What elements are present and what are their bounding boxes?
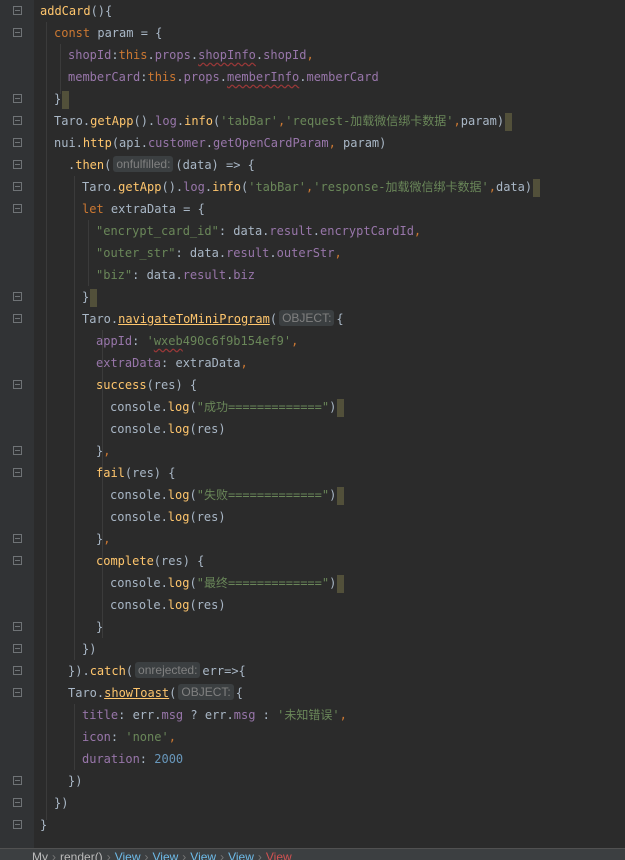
code-line-32: Taro.showToast(OBJECT:{ bbox=[68, 684, 243, 700]
fold-marker-icon[interactable] bbox=[13, 534, 22, 543]
indent-guide bbox=[88, 220, 89, 286]
code-line-17: extraData: extraData, bbox=[96, 356, 248, 370]
code-line-21: }, bbox=[96, 444, 111, 458]
parameter-hint-object-2: OBJECT: bbox=[178, 684, 234, 700]
code-line-30: }) bbox=[82, 642, 97, 656]
parameter-hint-onrejected: onrejected: bbox=[135, 662, 201, 678]
fold-marker-icon[interactable] bbox=[13, 446, 22, 455]
code-line-36: }) bbox=[68, 774, 83, 788]
code-line-9: Taro.getApp().log.info('tabBar','respons… bbox=[82, 176, 541, 198]
fold-marker-icon[interactable] bbox=[13, 160, 22, 169]
fold-marker-icon[interactable] bbox=[13, 776, 22, 785]
code-line-33: title: err.msg ? err.msg : '未知错误', bbox=[82, 708, 347, 722]
code-line-11: "encrypt_card_id": data.result.encryptCa… bbox=[96, 224, 422, 238]
fold-marker-icon[interactable] bbox=[13, 556, 22, 565]
code-line-12: "outer_str": data.result.outerStr, bbox=[96, 246, 342, 260]
fold-marker-icon[interactable] bbox=[13, 314, 22, 323]
code-line-10: let extraData = { bbox=[82, 202, 205, 216]
code-line-23: console.log("失败=============") bbox=[110, 484, 345, 506]
code-line-28: console.log(res) bbox=[110, 598, 226, 612]
fold-marker-icon[interactable] bbox=[13, 644, 22, 653]
fold-marker-icon[interactable] bbox=[13, 798, 22, 807]
breadcrumb: My › render() › View › View › View › View › View bbox=[0, 848, 625, 860]
fold-marker-icon[interactable] bbox=[13, 28, 22, 37]
code-line-6: Taro.getApp().log.info('tabBar','request… bbox=[54, 110, 513, 132]
fold-marker-icon[interactable] bbox=[13, 468, 22, 477]
fold-marker-icon[interactable] bbox=[13, 688, 22, 697]
fold-marker-icon[interactable] bbox=[13, 622, 22, 631]
fold-marker-icon[interactable] bbox=[13, 292, 22, 301]
code-line-29: } bbox=[96, 620, 104, 634]
code-line-27: console.log("最终=============") bbox=[110, 572, 345, 594]
code-line-34: icon: 'none', bbox=[82, 730, 176, 744]
fold-marker-icon[interactable] bbox=[13, 820, 22, 829]
code-line-37: }) bbox=[54, 796, 69, 810]
code-line-5: } bbox=[54, 88, 70, 110]
code-line-16: appId: 'wxeb490c6f9b154ef9', bbox=[96, 334, 299, 348]
code-line-14: } bbox=[82, 286, 98, 308]
fold-marker-icon[interactable] bbox=[13, 182, 22, 191]
code-line-35: duration: 2000 bbox=[82, 752, 184, 766]
code-line-25: }, bbox=[96, 532, 111, 546]
fold-marker-icon[interactable] bbox=[13, 666, 22, 675]
indent-guide bbox=[74, 176, 75, 660]
parameter-hint-onfulfilled: onfulfilled: bbox=[113, 156, 174, 172]
code-line-20: console.log(res) bbox=[110, 422, 226, 436]
indent-guide bbox=[60, 44, 61, 94]
code-line-13: "biz": data.result.biz bbox=[96, 268, 255, 282]
fold-marker-icon[interactable] bbox=[13, 204, 22, 213]
fold-marker-icon[interactable] bbox=[13, 380, 22, 389]
code-line-26: complete(res) { bbox=[96, 554, 205, 568]
indent-guide bbox=[74, 704, 75, 770]
code-line-1: addCard(){ bbox=[40, 4, 113, 18]
code-line-22: fail(res) { bbox=[96, 466, 176, 480]
fold-marker-icon[interactable] bbox=[13, 6, 22, 15]
code-line-4: memberCard:this.props.memberInfo.memberC… bbox=[68, 70, 379, 84]
code-line-19: console.log("成功=============") bbox=[110, 396, 345, 418]
code-editor[interactable]: addCard(){ const param = { shopId:this.p… bbox=[0, 0, 625, 848]
code-line-18: success(res) { bbox=[96, 378, 198, 392]
code-line-7: nui.http(api.customer.getOpenCardParam, … bbox=[54, 136, 387, 150]
code-line-2: const param = { bbox=[54, 26, 163, 40]
code-line-15: Taro.navigateToMiniProgram(OBJECT:{ bbox=[82, 310, 344, 326]
fold-marker-icon[interactable] bbox=[13, 116, 22, 125]
fold-marker-icon[interactable] bbox=[13, 94, 22, 103]
code-line-8: .then(onfulfilled: (data) => { bbox=[68, 156, 255, 172]
code-line-38: } bbox=[40, 818, 48, 832]
indent-guide bbox=[46, 22, 47, 820]
fold-marker-icon[interactable] bbox=[13, 138, 22, 147]
code-line-24: console.log(res) bbox=[110, 510, 226, 524]
code-line-3: shopId:this.props.shopInfo.shopId, bbox=[68, 48, 314, 62]
parameter-hint-object: OBJECT: bbox=[279, 310, 335, 326]
code-line-31: }).catch(onrejected: err=>{ bbox=[68, 662, 246, 678]
